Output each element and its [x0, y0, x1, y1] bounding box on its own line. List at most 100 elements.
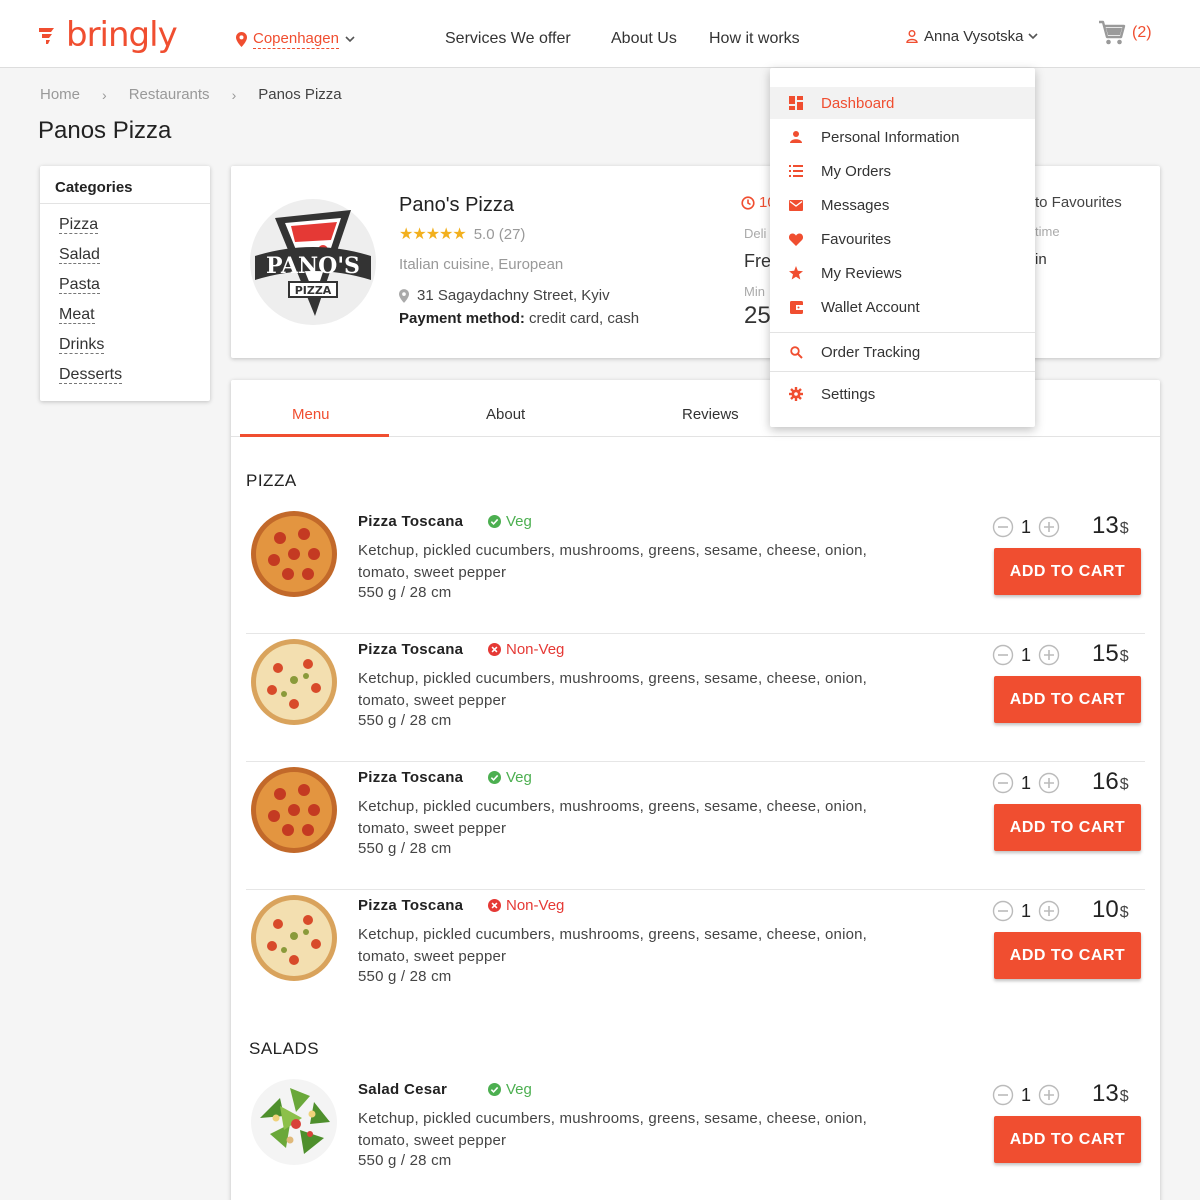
person-icon [788, 129, 804, 145]
user-menu-toggle[interactable]: Anna Vysotska [906, 28, 1038, 45]
menu-item-my-reviews[interactable]: My Reviews [770, 257, 1035, 289]
list-icon [788, 163, 804, 179]
add-to-cart-button[interactable]: ADD TO CART [994, 804, 1141, 851]
add-to-cart-button[interactable]: ADD TO CART [994, 1116, 1141, 1163]
plus-circle-icon[interactable] [1038, 516, 1060, 538]
breadcrumb: Home › Restaurants › Panos Pizza [40, 86, 342, 103]
add-to-favourites-link[interactable]: to Favourites [1035, 194, 1122, 211]
wallet-icon [788, 299, 804, 315]
logo-wordmark: PANO'S [266, 253, 360, 279]
categories-title: Categories [40, 166, 210, 204]
delivery-time-label: time [1035, 224, 1060, 239]
veg-badge: Veg [488, 1081, 532, 1098]
item-weight: 550 g / 28 cm [358, 1152, 452, 1169]
quantity-stepper: 1 [992, 772, 1060, 794]
minus-circle-icon[interactable] [992, 644, 1014, 666]
active-tab-indicator [240, 434, 389, 437]
item-weight: 550 g / 28 cm [358, 584, 452, 601]
pizza-image [251, 767, 337, 853]
delivery-time-value: in [1035, 251, 1047, 268]
categories-list: Pizza Salad Pasta Meat Drinks Desserts [40, 204, 210, 394]
plus-circle-icon[interactable] [1038, 644, 1060, 666]
veg-label: Veg [506, 513, 532, 530]
chevron-down-icon [345, 36, 355, 43]
mail-icon [788, 197, 804, 213]
salad-image [251, 1079, 337, 1165]
categories-panel: Categories Pizza Salad Pasta Meat Drinks… [40, 166, 210, 401]
item-description: Ketchup, pickled cucumbers, mushrooms, g… [358, 542, 868, 581]
breadcrumb-separator: › [102, 86, 107, 103]
add-to-cart-button[interactable]: ADD TO CART [994, 548, 1141, 595]
quantity-stepper: 1 [992, 900, 1060, 922]
veg-label: Veg [506, 769, 532, 786]
city-label: Copenhagen [253, 30, 339, 49]
breadcrumb-restaurants[interactable]: Restaurants [129, 86, 210, 103]
menu-item: Pizza Toscana Non-Veg Ketchup, pickled c… [246, 634, 1145, 762]
menu-item-my-orders[interactable]: My Orders [770, 155, 1035, 187]
rating-stars-icon: ★★★★★ [399, 226, 467, 243]
quantity-stepper: 1 [992, 644, 1060, 666]
address-text: 31 Sagaydachny Street, Kyiv [417, 287, 610, 304]
add-to-cart-button[interactable]: ADD TO CART [994, 932, 1141, 979]
clock-icon [741, 195, 755, 210]
plus-circle-icon[interactable] [1038, 772, 1060, 794]
non-veg-badge: Non-Veg [488, 897, 564, 914]
restaurant-cuisine: Italian cuisine, European [399, 256, 564, 273]
search-icon [788, 344, 804, 360]
minus-circle-icon[interactable] [992, 772, 1014, 794]
quantity-stepper: 1 [992, 1084, 1060, 1106]
item-price: 15$ [1092, 640, 1129, 667]
user-name: Anna Vysotska [924, 28, 1024, 45]
menu-item-messages[interactable]: Messages [770, 189, 1035, 221]
breadcrumb-separator: › [231, 86, 237, 103]
menu-item-order-tracking[interactable]: Order Tracking [770, 336, 1035, 368]
item-price: 13$ [1092, 1080, 1129, 1107]
payment-label: Payment method: [399, 310, 525, 327]
menu-item-settings[interactable]: Settings [770, 378, 1035, 410]
bringly-logo[interactable]: bringly [38, 14, 178, 56]
quantity-value: 1 [1020, 644, 1031, 665]
menu-card: Menu About Reviews PIZZA Pizza Toscana V… [231, 380, 1160, 1200]
category-drinks[interactable]: Drinks [59, 334, 210, 364]
check-circle-icon [488, 515, 501, 528]
item-weight: 550 g / 28 cm [358, 968, 452, 985]
city-selector[interactable]: Copenhagen [236, 30, 355, 49]
category-meat[interactable]: Meat [59, 304, 210, 334]
minus-circle-icon[interactable] [992, 900, 1014, 922]
menu-item-dashboard[interactable]: Dashboard [770, 87, 1035, 119]
tab-about[interactable]: About [486, 406, 525, 423]
item-price: 16$ [1092, 768, 1129, 795]
location-pin-icon [399, 288, 409, 303]
category-salad[interactable]: Salad [59, 244, 210, 274]
quantity-value: 1 [1020, 1084, 1031, 1105]
nav-how-it-works[interactable]: How it works [709, 30, 800, 48]
category-pasta[interactable]: Pasta [59, 274, 210, 304]
nav-services[interactable]: Services We offer [445, 30, 571, 48]
menu-item: Salad Cesar Veg Ketchup, pickled cucumbe… [246, 1074, 1145, 1200]
breadcrumb-home[interactable]: Home [40, 86, 80, 103]
cart-count: (2) [1132, 24, 1152, 41]
category-desserts[interactable]: Desserts [59, 364, 210, 394]
nav-about-us[interactable]: About Us [611, 30, 677, 48]
menu-item-favourites[interactable]: Favourites [770, 223, 1035, 255]
menu-item-personal-information[interactable]: Personal Information [770, 121, 1035, 153]
plus-circle-icon[interactable] [1038, 1084, 1060, 1106]
minus-circle-icon[interactable] [992, 1084, 1014, 1106]
chevron-down-icon [1027, 33, 1038, 40]
tab-reviews[interactable]: Reviews [682, 406, 739, 423]
plus-circle-icon[interactable] [1038, 900, 1060, 922]
category-pizza[interactable]: Pizza [59, 214, 210, 244]
menu-item: Pizza Toscana Non-Veg Ketchup, pickled c… [246, 890, 1145, 1018]
add-to-cart-button[interactable]: ADD TO CART [994, 676, 1141, 723]
tab-menu[interactable]: Menu [292, 406, 330, 423]
user-dropdown-menu: Dashboard Personal Information My Orders… [770, 68, 1035, 427]
item-price: 13$ [1092, 512, 1129, 539]
cart-button[interactable]: (2) [1098, 20, 1152, 46]
section-title-pizza: PIZZA [246, 471, 297, 490]
x-circle-icon [488, 899, 501, 912]
minus-circle-icon[interactable] [992, 516, 1014, 538]
logo-wing-icon [39, 28, 54, 44]
restaurant-address: 31 Sagaydachny Street, Kyiv [399, 287, 610, 304]
delivery-label: Deli [744, 226, 767, 241]
menu-item-wallet-account[interactable]: Wallet Account [770, 291, 1035, 323]
